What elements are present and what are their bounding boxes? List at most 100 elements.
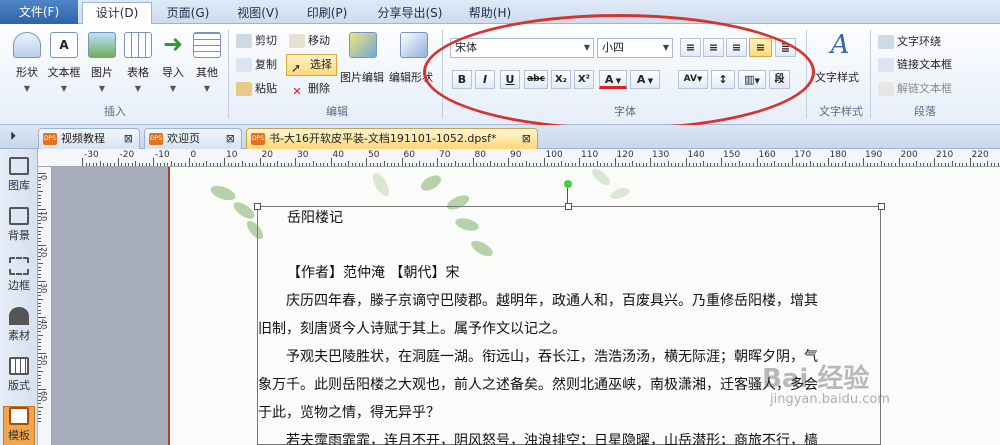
menu-file[interactable]: 文件(F) [0, 0, 78, 24]
ruler-label: 150 [723, 150, 741, 160]
ruler-label: -30 [84, 150, 99, 160]
close-icon[interactable]: ⊠ [124, 129, 133, 149]
rotate-handle-line [567, 188, 568, 204]
other-button[interactable]: 其他 ▼ [190, 32, 224, 93]
copy-button[interactable]: 复制 [236, 55, 277, 75]
sidebar-item-material[interactable]: 素材 [3, 307, 35, 343]
ruler-minor-tick [192, 163, 194, 166]
ruler-minor-tick [38, 324, 41, 326]
ruler-minor-tick [38, 183, 41, 185]
picture-button[interactable]: 图片 ▼ [85, 32, 119, 93]
menu-share-export[interactable]: 分享导出(S) [370, 3, 450, 23]
sidebar-item-gallery[interactable]: 图库 [3, 157, 35, 193]
ruler-minor-tick [667, 161, 669, 166]
leaf-decoration [589, 166, 613, 188]
ruler-minor-tick [138, 163, 140, 166]
ruler-tick [437, 158, 438, 166]
ruler-tick [685, 158, 687, 166]
ruler-label: 160 [758, 150, 776, 160]
ruler-minor-tick [944, 163, 946, 166]
ruler-label: 40 [332, 150, 344, 160]
ruler-minor-tick [479, 163, 481, 166]
sidebar-item-layout[interactable]: 版式 [3, 357, 35, 393]
ruler-minor-tick [671, 163, 673, 166]
ruler-minor-tick [625, 163, 627, 166]
ruler-minor-tick [202, 163, 204, 166]
ruler-minor-tick [284, 163, 286, 166]
document-author: 【作者】范仲淹 【朝代】宋 [287, 265, 460, 281]
unlink-textbox-button[interactable]: 解链文本框 [878, 79, 952, 99]
ruler-minor-tick [745, 163, 747, 166]
textbox-button[interactable]: A 文本框 ▼ [47, 32, 81, 93]
sidebar-item-background[interactable]: 背景 [3, 207, 35, 243]
ruler-minor-tick [38, 385, 41, 387]
sidebar-item-template[interactable]: 模板 [3, 406, 35, 445]
ruler-minor-tick [38, 284, 41, 286]
menu-design[interactable]: 设计(D) [82, 2, 152, 25]
ruler-minor-tick [209, 163, 211, 166]
ruler-minor-tick [38, 342, 41, 344]
close-icon[interactable]: ⊠ [522, 129, 531, 149]
ruler-minor-tick [529, 163, 531, 166]
picture-edit-button[interactable] [345, 32, 381, 58]
ruler-minor-tick [440, 163, 442, 166]
ruler-minor-tick [948, 163, 950, 166]
rotate-handle[interactable] [564, 180, 572, 188]
edit-shape-button[interactable] [396, 32, 432, 58]
ruler-minor-tick [689, 163, 691, 166]
menu-help[interactable]: 帮助(H) [460, 3, 520, 23]
ruler-label: 70 [439, 150, 451, 160]
resize-handle[interactable] [254, 203, 261, 210]
ruler-minor-tick [784, 163, 786, 166]
cut-button[interactable]: 剪切 [236, 31, 277, 51]
ruler-label: 0 [190, 150, 197, 160]
ruler-minor-tick [802, 163, 804, 166]
tab-video-tutorial[interactable]: DPS 视频教程 ⊠ [38, 128, 140, 149]
ruler-minor-tick [486, 163, 488, 166]
tab-welcome[interactable]: DPS 欢迎页 ⊠ [144, 128, 242, 149]
ruler-minor-tick [657, 163, 659, 166]
ruler-minor-tick [38, 263, 43, 264]
ruler-tick [224, 158, 225, 166]
sidebar-item-border[interactable]: 边框 [3, 257, 35, 293]
ruler-tick [898, 158, 900, 166]
menu-view[interactable]: 视图(V) [228, 3, 288, 23]
ruler-minor-tick [128, 163, 130, 166]
ruler-minor-tick [38, 313, 41, 315]
table-button[interactable]: 表格 ▼ [121, 32, 155, 93]
other-grid-icon [193, 32, 221, 58]
paste-button[interactable]: 粘贴 [236, 79, 277, 99]
menu-page[interactable]: 页面(G) [158, 3, 218, 23]
shape-button[interactable]: 形状 ▼ [10, 32, 44, 93]
ruler-minor-tick [483, 163, 485, 166]
ruler-minor-tick [454, 161, 456, 166]
link-textbox-button[interactable]: 链接文本框 [878, 55, 952, 75]
import-button[interactable]: ➜ 导入 ▼ [156, 32, 190, 93]
leaf-decoration [208, 182, 238, 204]
close-icon[interactable]: ⊠ [226, 129, 235, 149]
ruler-minor-tick [749, 163, 751, 166]
ruler-minor-tick [937, 163, 939, 166]
ruler-minor-tick [277, 161, 279, 166]
ruler-minor-tick [664, 163, 666, 166]
move-button[interactable]: 移动 [289, 31, 330, 51]
panel-toggle-icon[interactable]: ⏵ [10, 129, 16, 144]
document-line: 若夫霪雨霏霏，连月不开，阴风怒号，浊浪排空；日星隐曜，山岳潜形；商旅不行，樯 [258, 433, 818, 445]
delete-button[interactable]: ✕ 删除 [289, 79, 330, 99]
resize-handle[interactable] [878, 203, 885, 210]
resize-handle[interactable] [565, 203, 572, 210]
ruler-minor-tick [412, 163, 414, 166]
ruler-minor-tick [38, 299, 43, 300]
ruler-minor-tick [266, 163, 268, 166]
ruler-minor-tick [642, 163, 644, 166]
select-button[interactable]: ➚ 选择 [286, 54, 337, 76]
ruler-minor-tick [85, 163, 87, 166]
ruler-minor-tick [38, 345, 41, 347]
tab-document[interactable]: DPS 书-大16开软皮平装-文档191101-1052.dpsf* ⊠ [246, 128, 538, 149]
unlink-icon [878, 82, 894, 96]
ruler-tick [472, 158, 474, 166]
text-wrap-button[interactable]: 文字环绕 [878, 32, 941, 52]
text-style-button[interactable]: A [820, 32, 860, 58]
menu-print[interactable]: 印刷(P) [297, 3, 357, 23]
ruler-label: 90 [510, 150, 522, 160]
